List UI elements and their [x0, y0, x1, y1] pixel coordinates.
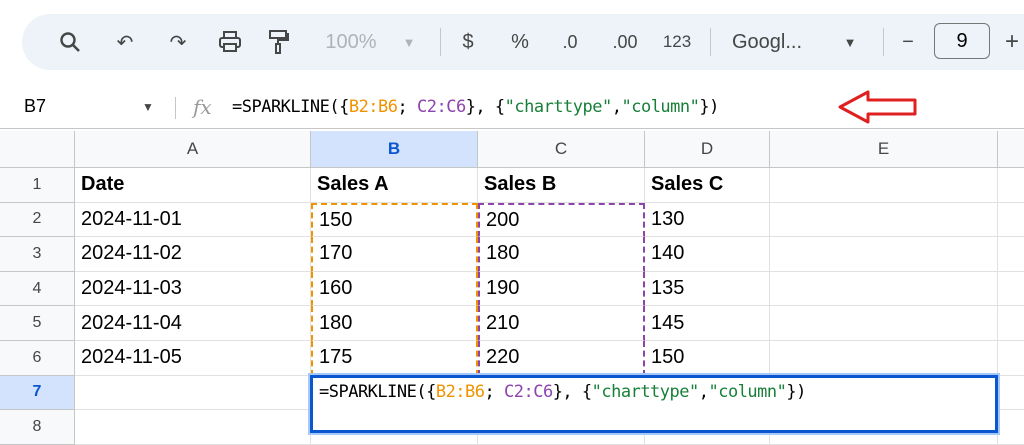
editor-formula-part: }, {: [552, 381, 592, 402]
cell[interactable]: 2024-11-03: [75, 271, 311, 307]
formula-part: ;: [397, 96, 417, 117]
cell[interactable]: [770, 202, 998, 238]
paint-format-icon[interactable]: [263, 14, 293, 70]
formula-range-b: B2:B6: [348, 96, 398, 117]
formula-range-c: C2:C6: [417, 96, 466, 117]
currency-button[interactable]: $: [455, 14, 481, 70]
column-header-a[interactable]: A: [75, 131, 311, 168]
cell[interactable]: 140: [645, 237, 770, 272]
formula-string: "charttype": [504, 96, 613, 117]
red-arrow-annotation-icon: [838, 90, 917, 124]
decrease-font-size-button[interactable]: −: [896, 14, 920, 70]
cell[interactable]: 220: [478, 341, 645, 376]
cell[interactable]: 200: [478, 202, 645, 238]
fx-icon: fx: [193, 94, 212, 119]
divider: [440, 28, 441, 56]
column-header-b[interactable]: B: [311, 131, 478, 168]
divider: [175, 97, 176, 119]
cell[interactable]: Sales C: [645, 168, 770, 203]
cell[interactable]: [998, 203, 1024, 238]
formula-bar: B7 ▼ fx =SPARKLINE({B2:B6; C2:C6}, {"cha…: [0, 85, 1024, 129]
formula-part: }): [699, 96, 719, 117]
cell[interactable]: 175: [311, 341, 478, 376]
cell[interactable]: Sales B: [478, 168, 645, 203]
cell[interactable]: [998, 237, 1024, 272]
formula-part: }, {: [465, 96, 505, 117]
editor-formula-part: "column": [708, 381, 787, 402]
cell[interactable]: Sales A: [311, 168, 478, 203]
cell[interactable]: 180: [478, 237, 645, 272]
cell[interactable]: 2024-11-01: [75, 202, 311, 238]
cell[interactable]: [998, 272, 1024, 307]
cell-editor-b7[interactable]: =SPARKLINE({B2:B6; C2:C6}, {"charttype",…: [310, 374, 998, 433]
divider: [710, 28, 711, 56]
cell[interactable]: 170: [311, 237, 478, 272]
row-header-4[interactable]: 4: [0, 271, 75, 307]
zoom-dropdown-icon[interactable]: ▼: [400, 14, 418, 70]
cell[interactable]: [770, 341, 998, 376]
cell[interactable]: 150: [311, 202, 478, 238]
cell[interactable]: 130: [645, 202, 770, 238]
cell[interactable]: [770, 168, 998, 203]
increase-font-size-button[interactable]: +: [1000, 14, 1024, 70]
formula-input[interactable]: =SPARKLINE({B2:B6; C2:C6}, {"charttype",…: [232, 97, 719, 117]
formula-part: =SPARKLINE({: [232, 96, 349, 117]
cell[interactable]: 2024-11-04: [75, 306, 311, 341]
row-header-8[interactable]: 8: [0, 410, 75, 445]
zoom-select[interactable]: 100%: [318, 14, 384, 70]
editor-formula-part: ;: [484, 381, 504, 402]
formula-string: "column": [621, 96, 700, 117]
column-header-f[interactable]: [998, 131, 1024, 168]
decrease-decimal-button[interactable]: .0: [555, 14, 585, 70]
select-all-corner[interactable]: [0, 131, 75, 168]
cell[interactable]: 135: [645, 271, 770, 307]
editor-formula-part: }): [786, 381, 806, 402]
font-select[interactable]: Googl...: [732, 14, 822, 70]
row-header-7[interactable]: 7: [0, 375, 75, 411]
more-formats-button[interactable]: 123: [658, 14, 696, 70]
editor-formula-part: "charttype": [591, 381, 700, 402]
cell[interactable]: [75, 375, 311, 411]
cell[interactable]: [770, 271, 998, 307]
cell[interactable]: [998, 168, 1024, 203]
font-dropdown-icon[interactable]: ▼: [840, 14, 860, 70]
cell[interactable]: 150: [645, 341, 770, 376]
percent-button[interactable]: %: [506, 14, 534, 70]
cell[interactable]: [998, 410, 1024, 445]
row-header-2[interactable]: 2: [0, 202, 75, 238]
cell[interactable]: [770, 306, 998, 341]
row-header-6[interactable]: 6: [0, 341, 75, 376]
cell[interactable]: [998, 341, 1024, 376]
column-header-d[interactable]: D: [645, 131, 770, 168]
cell[interactable]: [770, 237, 998, 272]
cell[interactable]: Date: [75, 168, 311, 203]
increase-decimal-button[interactable]: .00: [605, 14, 645, 70]
editor-formula-part: C2:C6: [504, 381, 553, 402]
cell[interactable]: [75, 410, 311, 445]
editor-formula-part: B2:B6: [435, 381, 485, 402]
cell[interactable]: 2024-11-02: [75, 237, 311, 272]
cell[interactable]: [998, 306, 1024, 341]
cell[interactable]: 190: [478, 271, 645, 307]
column-header-e[interactable]: E: [770, 131, 998, 168]
cell[interactable]: 180: [311, 306, 478, 341]
row-header-1[interactable]: 1: [0, 168, 75, 203]
row-header-5[interactable]: 5: [0, 306, 75, 341]
cell[interactable]: 160: [311, 271, 478, 307]
name-box[interactable]: B7: [24, 96, 46, 117]
cell[interactable]: 2024-11-05: [75, 341, 311, 376]
undo-icon[interactable]: ↶: [110, 14, 140, 70]
redo-icon[interactable]: ↷: [163, 14, 193, 70]
cell[interactable]: 210: [478, 306, 645, 341]
editor-formula-part: =SPARKLINE({: [319, 381, 436, 402]
column-header-c[interactable]: C: [478, 131, 645, 168]
cell[interactable]: [998, 376, 1024, 411]
row-header-3[interactable]: 3: [0, 237, 75, 272]
cell[interactable]: 145: [645, 306, 770, 341]
name-box-dropdown-icon[interactable]: ▼: [142, 100, 154, 114]
divider: [883, 28, 884, 56]
print-icon[interactable]: [215, 14, 245, 70]
search-icon[interactable]: [55, 14, 85, 70]
font-size-input[interactable]: 9: [934, 23, 990, 59]
